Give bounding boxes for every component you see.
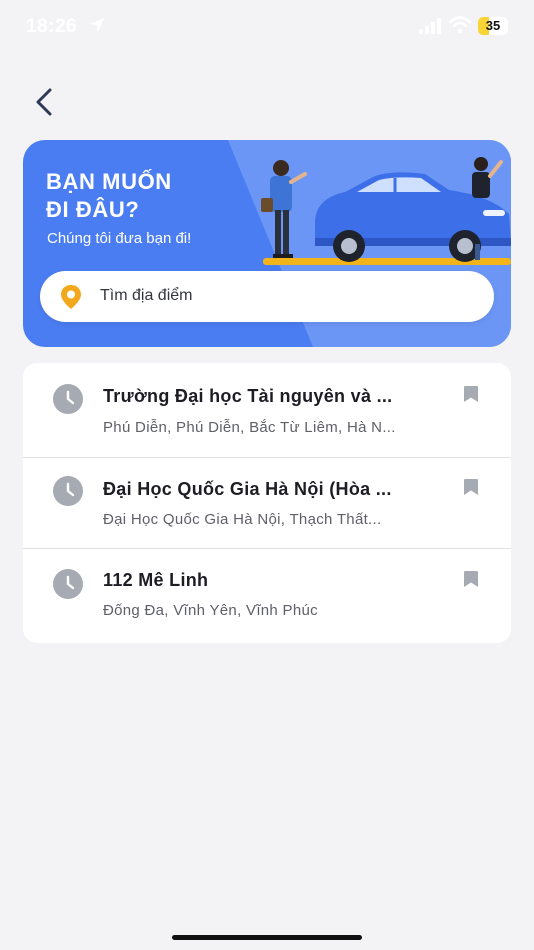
list-item[interactable]: 112 Mê Linh Đống Đa, Vĩnh Yên, Vĩnh Phúc [23,550,511,642]
battery-icon: 35 [478,17,508,35]
chevron-left-icon [36,88,52,116]
hero-banner: BẠN MUỐN ĐI ĐÂU? Chúng tôi đưa bạn đi! T… [23,140,511,347]
car-illustration [261,157,511,265]
status-time: 18:26 [26,16,78,37]
recent-places-list: Trường Đại học Tài nguyên và ... Phú Diễ… [23,363,511,643]
place-title: Trường Đại học Tài nguyên và ... [103,386,393,406]
search-placeholder: Tìm địa điểm [100,287,193,304]
clock-icon [53,384,83,414]
hero-subtitle: Chúng tôi đưa bạn đi! [47,230,192,247]
cellular-signal-icon [419,18,441,34]
divider [23,548,511,549]
place-address: Đống Đa, Vĩnh Yên, Vĩnh Phúc [103,602,318,619]
place-address: Phú Diễn, Phú Diễn, Bắc Từ Liêm, Hà N... [103,419,396,436]
list-item[interactable]: Đại Học Quốc Gia Hà Nội (Hòa ... Đại Học… [23,458,511,550]
back-button[interactable] [28,84,64,120]
hero-title: BẠN MUỐN ĐI ĐÂU? [46,169,172,222]
status-bar: 18:26 35 [0,0,534,54]
place-title: 112 Mê Linh [103,570,209,590]
clock-icon [53,569,83,599]
bookmark-icon[interactable] [461,570,481,590]
list-item[interactable]: Trường Đại học Tài nguyên và ... Phú Diễ… [23,363,511,455]
clock-icon [53,476,83,506]
location-pin-icon [61,285,81,309]
bookmark-icon[interactable] [461,478,481,498]
battery-percent: 35 [485,18,501,33]
home-indicator[interactable] [172,935,362,940]
place-title: Đại Học Quốc Gia Hà Nội (Hòa ... [103,479,392,499]
location-arrow-icon [90,18,104,32]
wifi-icon [449,16,471,34]
bookmark-icon[interactable] [461,385,481,405]
place-address: Đại Học Quốc Gia Hà Nội, Thạch Thất... [103,511,382,528]
search-input[interactable]: Tìm địa điểm [40,271,494,322]
